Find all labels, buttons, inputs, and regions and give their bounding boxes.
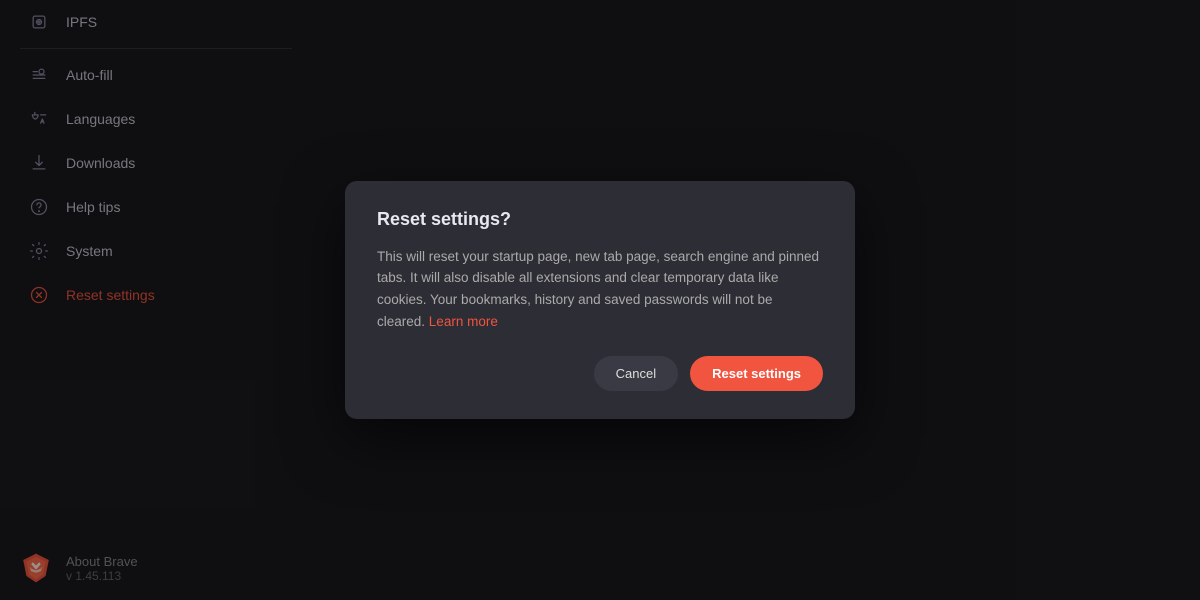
dialog-actions: Cancel Reset settings <box>377 356 823 391</box>
dialog-body: This will reset your startup page, new t… <box>377 246 823 332</box>
modal-overlay: Reset settings? This will reset your sta… <box>0 0 1200 600</box>
cancel-button[interactable]: Cancel <box>594 356 678 391</box>
reset-dialog: Reset settings? This will reset your sta… <box>345 181 855 419</box>
learn-more-link[interactable]: Learn more <box>429 314 498 329</box>
dialog-title: Reset settings? <box>377 209 823 230</box>
reset-settings-button[interactable]: Reset settings <box>690 356 823 391</box>
